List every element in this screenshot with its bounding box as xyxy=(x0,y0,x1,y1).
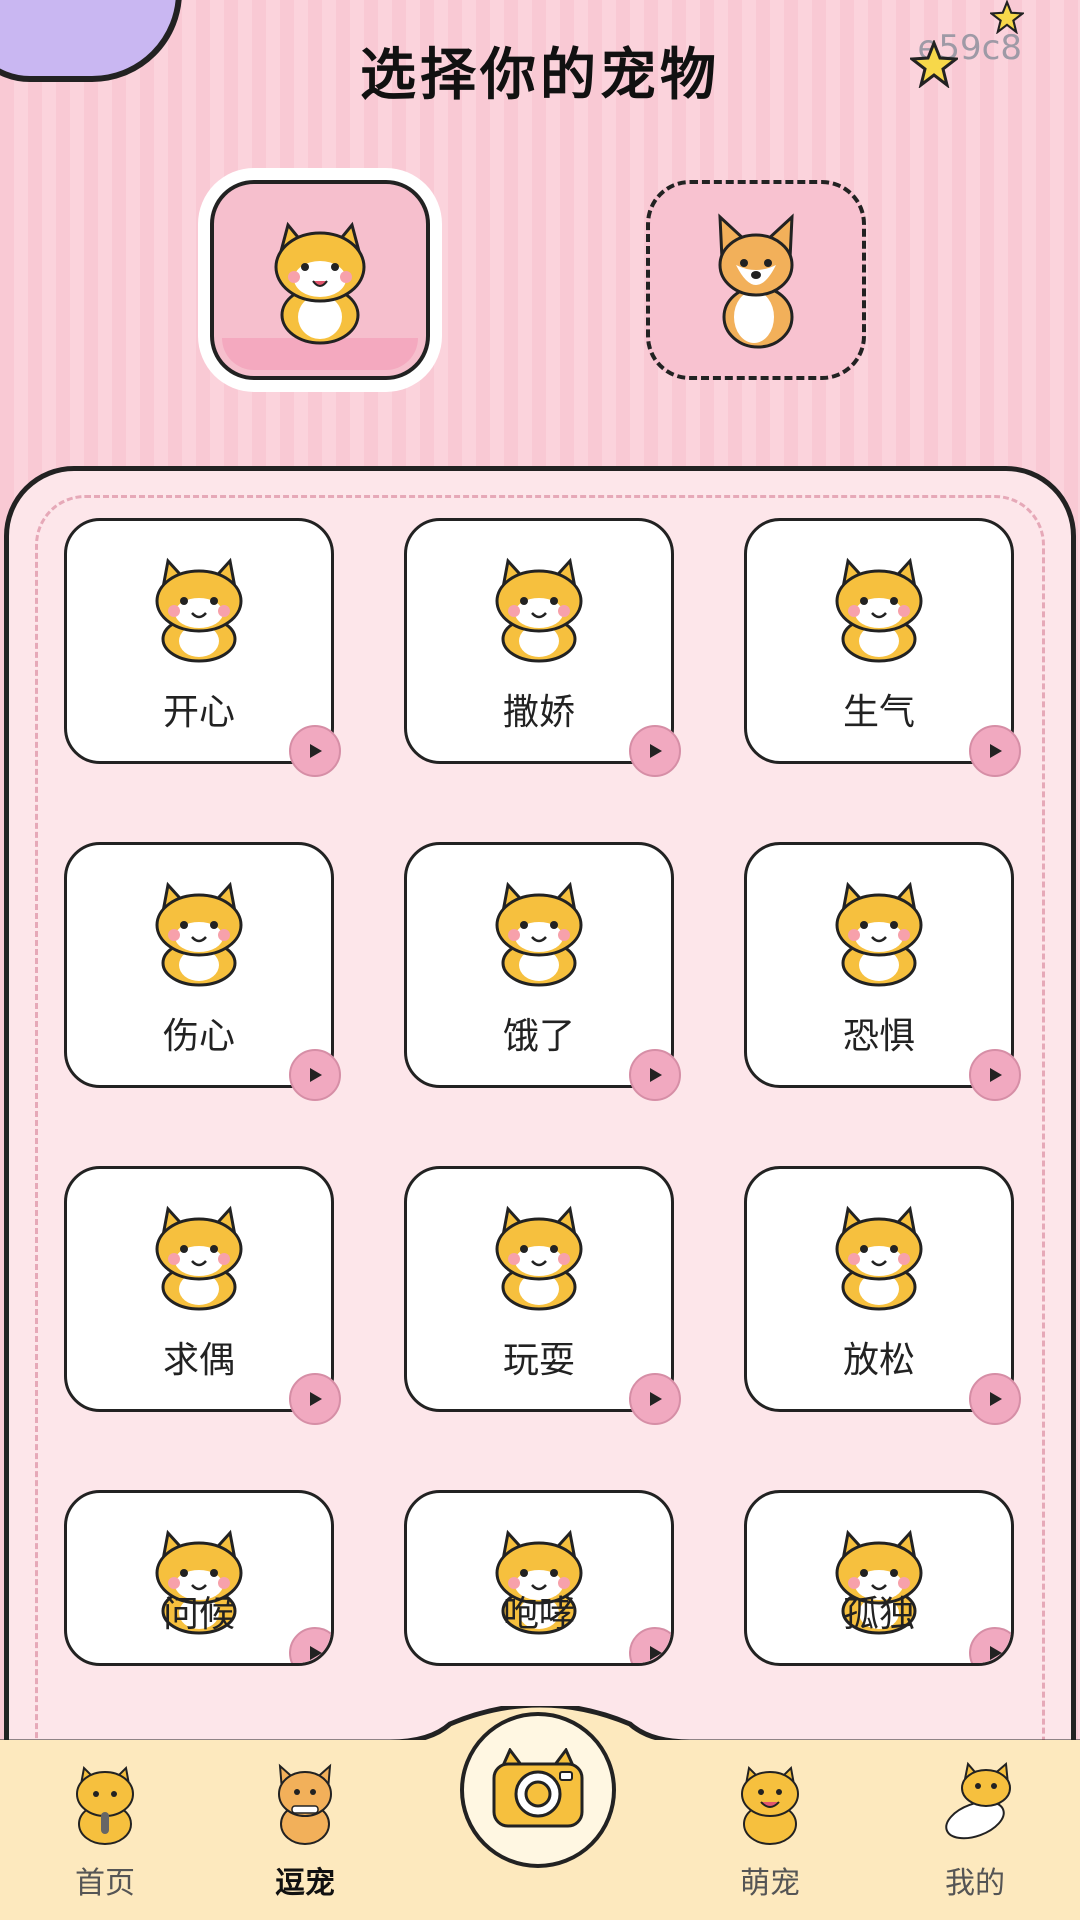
play-icon xyxy=(990,1392,1002,1406)
dog-icon xyxy=(718,213,794,349)
emotion-card[interactable]: 问候 xyxy=(64,1490,334,1666)
cat-icon xyxy=(835,881,923,987)
star-icon xyxy=(990,0,1024,34)
emotion-card[interactable]: 撒娇 xyxy=(404,518,681,777)
play-icon xyxy=(990,1646,1002,1660)
emotion-label: 咆哮 xyxy=(502,1594,575,1635)
cat-icon xyxy=(155,881,243,987)
play-icon xyxy=(310,1392,322,1406)
play-button[interactable] xyxy=(289,725,341,777)
cat-icon xyxy=(155,557,243,663)
play-icon xyxy=(650,744,662,758)
nav-label-cute-pets: 萌宠 xyxy=(740,1866,800,1901)
cat-icon xyxy=(495,557,583,663)
emotion-label: 玩耍 xyxy=(502,1340,575,1381)
play-button[interactable] xyxy=(629,725,681,777)
play-icon xyxy=(310,744,322,758)
nav-label-profile: 我的 xyxy=(945,1866,1005,1901)
emotion-label: 恐惧 xyxy=(842,1016,915,1057)
pet-option-cat[interactable] xyxy=(210,180,430,380)
nav-home[interactable]: 首页 xyxy=(30,1760,180,1910)
cat-icon xyxy=(495,881,583,987)
emotion-card[interactable]: 恐惧 xyxy=(744,842,1021,1101)
emotion-card[interactable]: 生气 xyxy=(744,518,1021,777)
cat-icon xyxy=(274,221,366,345)
play-button[interactable] xyxy=(289,1049,341,1101)
nav-label-home: 首页 xyxy=(75,1866,135,1901)
nav-label-tease: 逗宠 xyxy=(275,1866,335,1901)
emotion-card[interactable]: 放松 xyxy=(744,1166,1021,1425)
play-icon xyxy=(650,1646,662,1660)
cat-icon xyxy=(835,1205,923,1311)
nav-profile[interactable]: 我的 xyxy=(900,1760,1050,1910)
play-button[interactable] xyxy=(969,725,1021,777)
emotion-label: 伤心 xyxy=(162,1016,235,1057)
play-icon xyxy=(310,1646,322,1660)
cat-icon xyxy=(495,1205,583,1311)
emotion-label: 生气 xyxy=(842,692,915,733)
emotion-card[interactable]: 孤独 xyxy=(744,1490,1014,1666)
emotion-label: 开心 xyxy=(162,692,235,733)
play-button[interactable] xyxy=(969,1373,1021,1425)
cat-waving-icon xyxy=(741,1765,799,1845)
play-button[interactable] xyxy=(289,1373,341,1425)
emotion-label: 撒娇 xyxy=(502,692,575,733)
emotion-card[interactable]: 求偶 xyxy=(64,1166,341,1425)
play-button[interactable] xyxy=(629,1373,681,1425)
emotion-label: 求偶 xyxy=(162,1340,235,1381)
play-icon xyxy=(990,744,1002,758)
play-icon xyxy=(650,1068,662,1082)
emotion-card[interactable]: 咆哮 xyxy=(404,1490,674,1666)
emotion-card[interactable]: 饿了 xyxy=(404,842,681,1101)
play-button[interactable] xyxy=(629,1049,681,1101)
camera-button[interactable] xyxy=(460,1712,616,1868)
emotion-label: 放松 xyxy=(842,1340,915,1381)
play-icon xyxy=(310,1068,322,1082)
emotion-label: 问候 xyxy=(162,1594,235,1635)
emotion-label: 饿了 xyxy=(502,1016,575,1057)
emotion-card[interactable]: 开心 xyxy=(64,518,341,777)
nav-cute-pets[interactable]: 萌宠 xyxy=(695,1760,845,1910)
star-icon xyxy=(910,40,958,88)
emotion-label: 孤独 xyxy=(842,1594,915,1635)
emotion-card[interactable]: 玩耍 xyxy=(404,1166,681,1425)
dog-bone-icon xyxy=(278,1763,332,1845)
play-icon xyxy=(650,1392,662,1406)
cat-jumping-icon xyxy=(945,1761,1011,1840)
emotion-card[interactable]: 伤心 xyxy=(64,842,341,1101)
cat-microphone-icon xyxy=(76,1765,134,1845)
nav-tease[interactable]: 逗宠 xyxy=(230,1760,380,1910)
camera-icon xyxy=(492,1748,584,1828)
play-button[interactable] xyxy=(969,1049,1021,1101)
play-icon xyxy=(990,1068,1002,1082)
pet-option-dog[interactable] xyxy=(646,180,866,380)
cat-icon xyxy=(155,1205,243,1311)
cat-icon xyxy=(835,557,923,663)
